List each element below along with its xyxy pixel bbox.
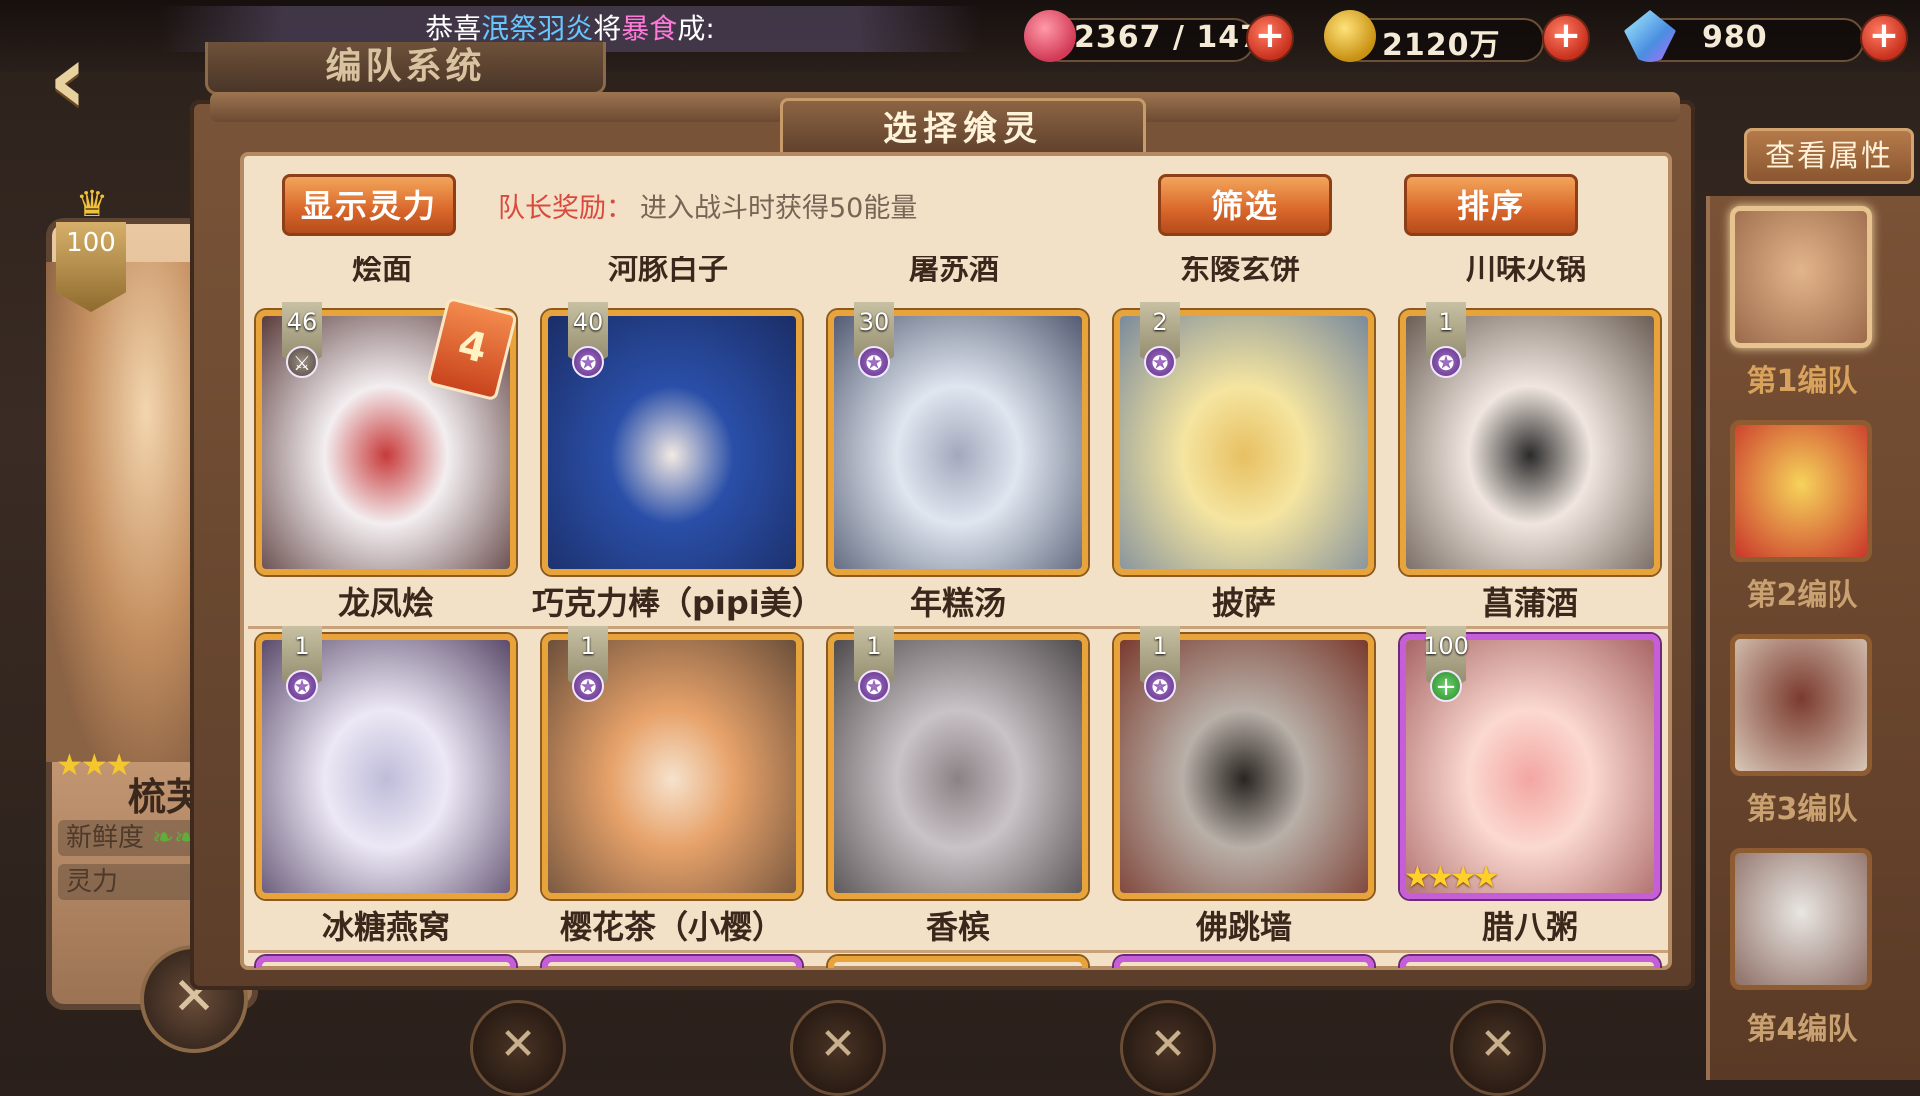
star-icon: ✪ [858, 346, 890, 378]
card-stars: ★★★★ [1404, 860, 1500, 895]
team-slot[interactable] [1730, 634, 1872, 776]
team-slot[interactable] [1730, 420, 1872, 562]
ticker-suffix: 成: [677, 12, 715, 45]
ticker-middle: 将 [593, 12, 622, 45]
filter-button[interactable]: 筛选 [1158, 174, 1332, 236]
bottom-dish-icon: ✕ [790, 1000, 886, 1096]
gold-coin-icon [1324, 10, 1376, 62]
team-label: 第2编队 [1746, 578, 1858, 613]
card-name: 菖蒲酒 [1481, 584, 1578, 622]
add-gold-button[interactable]: + [1542, 14, 1590, 62]
freshness-label: 新鲜度 [66, 823, 145, 853]
ticker-prefix: 恭喜 [425, 12, 482, 45]
partial-card-label: 河豚白子 [608, 256, 728, 287]
card-name: 香槟 [925, 908, 990, 946]
card-name: 腊八粥 [1481, 908, 1578, 946]
add-stamina-button[interactable]: + [1246, 14, 1294, 62]
power-label: 灵力 [66, 867, 119, 897]
gold-value: 2120万 [1382, 28, 1501, 63]
card-name: 披萨 [1211, 584, 1276, 622]
card-name: 龙凤烩 [337, 584, 434, 622]
card-level: 2 [1152, 308, 1168, 336]
card-level: 30 [858, 308, 890, 336]
ticker-item: 暴食 [621, 12, 678, 45]
show-power-button[interactable]: 显示灵力 [282, 174, 456, 236]
team-slot[interactable] [1730, 206, 1872, 348]
card-level: 1 [1438, 308, 1454, 336]
card-name: 巧克力棒（pipi美） [532, 584, 824, 622]
card-level: 1 [1152, 632, 1168, 660]
leader-reward-text: 进入战斗时获得50能量 [640, 193, 918, 224]
bottom-dish-icon: ✕ [1120, 1000, 1216, 1096]
add-gem-button[interactable]: + [1860, 14, 1908, 62]
partial-card[interactable] [542, 956, 802, 968]
partial-card-label: 东陵玄饼 [1180, 256, 1300, 287]
team-label: 第3编队 [1746, 792, 1858, 827]
sword-icon: ⚔ [286, 346, 318, 378]
sort-button[interactable]: 排序 [1404, 174, 1578, 236]
heart-icon [1024, 10, 1076, 62]
bottom-dish-icon: ✕ [1450, 1000, 1546, 1096]
star-icon: ✪ [572, 670, 604, 702]
partial-card-label: 川味火锅 [1466, 256, 1586, 287]
back-arrow-icon[interactable]: ‹ [48, 31, 158, 127]
bottom-dish-icon: ✕ [470, 1000, 566, 1096]
gold-resource: 2120万 + [1320, 10, 1590, 64]
leader-reward-label: 队长奖励： [498, 193, 633, 224]
partial-card-label: 屠苏酒 [909, 256, 999, 287]
partial-card[interactable] [256, 956, 516, 968]
card-level: 1 [866, 632, 882, 660]
star-icon: ✪ [286, 670, 318, 702]
star-icon: ✪ [1144, 346, 1176, 378]
team-slot[interactable] [1730, 848, 1872, 990]
card-level: 1 [294, 632, 310, 660]
card-level: 46 [286, 308, 318, 336]
card-level: 40 [572, 308, 604, 336]
view-attributes-button[interactable]: 查看属性 [1744, 128, 1914, 184]
card-level: 100 [1423, 632, 1469, 660]
gem-resource: 980 + [1620, 10, 1910, 64]
card-name: 年糕汤 [909, 584, 1006, 622]
card-level: 1 [580, 632, 596, 660]
star-icon: ✪ [1430, 346, 1462, 378]
partial-card[interactable] [1114, 956, 1374, 968]
card-name: 佛跳墙 [1195, 908, 1292, 946]
team-label: 第4编队 [1746, 1012, 1858, 1047]
food-soul-grid[interactable]: 烩面 河豚白子 屠苏酒 东陵玄饼 川味火锅 46 ⚔ 4 龙凤烩 40 ✪ 巧克力棒（pip… [248, 256, 1668, 968]
system-title: 编队系统 [205, 42, 606, 95]
partial-card-label: 烩面 [352, 256, 412, 287]
stamina-resource: 2367 / 147 + [1020, 10, 1294, 64]
plus-icon: + [1430, 670, 1462, 702]
crown-icon: ♛ [75, 184, 109, 225]
dialog-title: 选择飨灵 [780, 98, 1146, 160]
star-icon: ✪ [858, 670, 890, 702]
stamina-value: 2367 / 147 [1074, 20, 1262, 55]
partial-card[interactable] [828, 956, 1088, 968]
card-name: 樱花茶（小樱） [559, 908, 784, 946]
star-icon: ✪ [572, 346, 604, 378]
partial-card[interactable] [1400, 956, 1660, 968]
gem-value: 980 [1702, 20, 1768, 55]
ticker-player: 泯祭羽炎 [481, 12, 594, 45]
team-label: 第1编队 [1746, 364, 1858, 399]
leader-stars: ★★★ [56, 748, 133, 783]
star-icon: ✪ [1144, 670, 1176, 702]
card-name: 冰糖燕窝 [321, 908, 450, 946]
leader-level: 100 [66, 228, 116, 258]
